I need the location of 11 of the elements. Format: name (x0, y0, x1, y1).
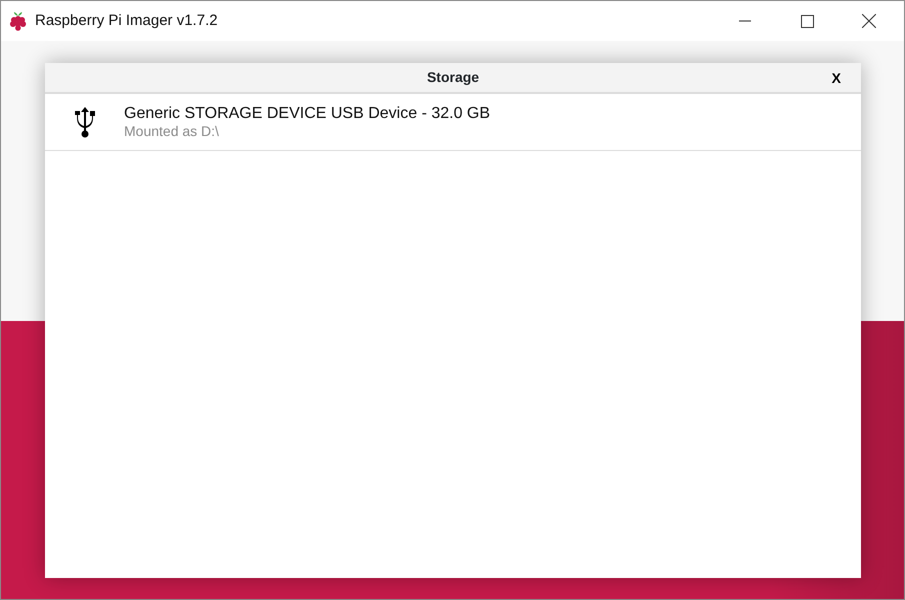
dialog-title: Storage (426, 68, 480, 87)
mount-path: Mounted as D:\ (124, 123, 220, 140)
close-icon (862, 14, 876, 28)
minimize-icon (739, 20, 751, 22)
dialog-close-button[interactable]: X (832, 70, 841, 87)
device-name: Generic STORAGE DEVICE USB Device - 32.0 GB (124, 104, 490, 124)
window-title: Raspberry Pi Imager v1.7.2 (35, 10, 218, 31)
raspberry-logo-icon (9, 11, 27, 31)
usb-icon (74, 106, 96, 138)
maximize-icon (800, 14, 814, 28)
storage-item[interactable]: Generic STORAGE DEVICE USB Device - 32.0 GB Mounted as D:\ (45, 94, 861, 151)
